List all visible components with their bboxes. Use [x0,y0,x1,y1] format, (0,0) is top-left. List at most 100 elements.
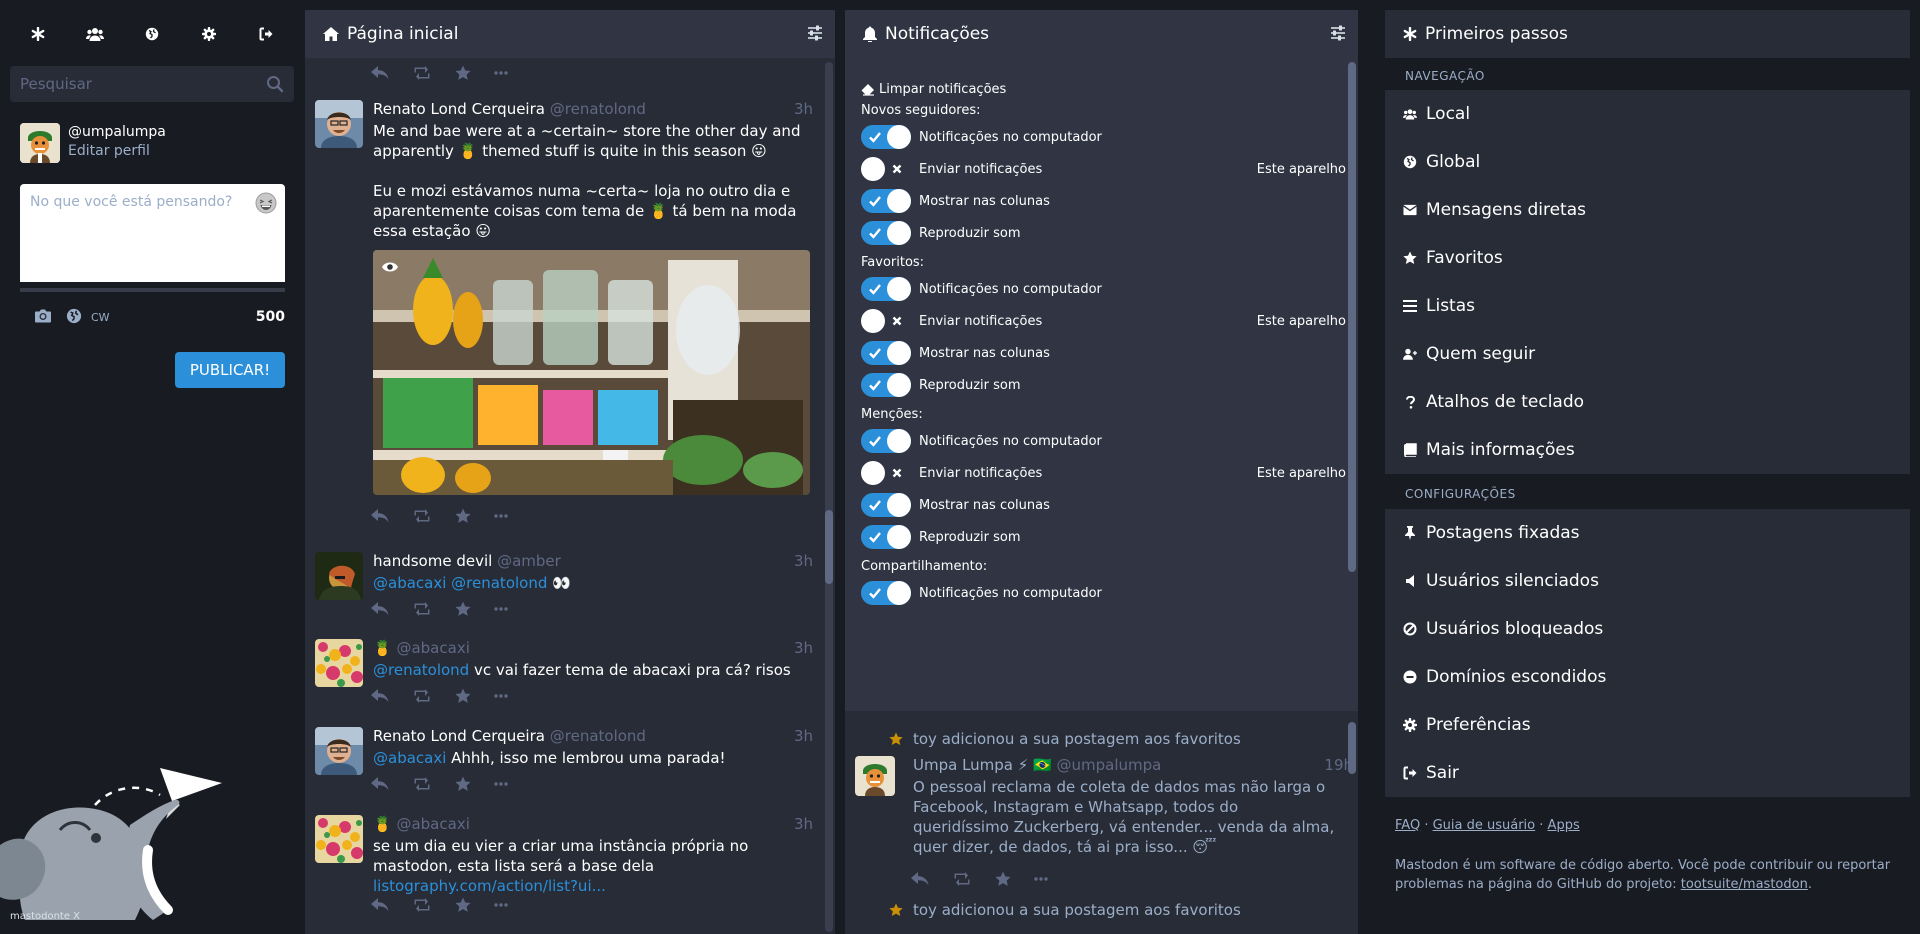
display-name[interactable]: handsome devil @amber [373,552,561,570]
toggle-switch[interactable] [861,525,911,549]
scrollbar-thumb[interactable] [1348,722,1356,774]
search-input[interactable] [10,66,270,102]
edit-profile-link[interactable]: Editar perfil [68,143,150,159]
more-options-icon[interactable] [494,505,508,527]
globe-icon[interactable] [66,308,82,328]
mention-link[interactable]: @abacaxi [373,574,446,592]
status-link[interactable]: listography.com/action/list?ui... [373,877,606,895]
apps-link[interactable]: Apps [1548,818,1580,833]
mention-link[interactable]: @renatolond [451,574,547,592]
reply-icon[interactable] [371,62,389,84]
menu-item-usuarios-silenciados[interactable]: Usuários silenciados [1385,557,1910,605]
favourite-icon[interactable] [995,868,1011,890]
menu-item-postagens-fixadas[interactable]: Postagens fixadas [1385,509,1910,557]
boost-icon[interactable] [412,598,432,620]
account-handle[interactable]: @umpalumpa [68,124,166,140]
favourite-icon[interactable] [455,685,471,707]
reply-icon[interactable] [371,505,389,527]
status[interactable]: 🍍 @abacaxi 3h @renatolond vc vai fazer t… [305,639,825,709]
favourite-icon[interactable] [455,62,471,84]
federated-timeline-tab[interactable] [124,10,181,58]
reply-icon[interactable] [371,894,389,916]
menu-item-mensagens-diretas[interactable]: Mensagens diretas [1385,186,1910,234]
toggle-switch[interactable] [861,277,911,301]
status[interactable]: handsome devil @amber 3h @abacaxi @renat… [305,552,825,622]
github-repo-link[interactable]: tootsuite/mastodon [1681,877,1808,892]
favourite-icon[interactable] [455,773,471,795]
avatar[interactable] [315,552,363,600]
status[interactable]: Renato Lond Cerqueira @renatolond 3h @ab… [305,727,825,797]
status[interactable]: Umpa Lumpa ⚡ 🇧🇷 @umpalumpa 19h O pessoal… [845,756,1358,876]
toggle-switch[interactable] [861,429,911,453]
menu-item-mais-informacoes[interactable]: Mais informações [1385,426,1910,474]
sliders-icon[interactable] [1330,25,1346,45]
local-timeline-tab[interactable] [67,10,124,58]
menu-item-preferencias[interactable]: Preferências [1385,701,1910,749]
status[interactable]: Renato Lond Cerqueira @renatolond 3h Me … [305,100,825,530]
boost-icon[interactable] [412,62,432,84]
display-name[interactable]: 🍍 @abacaxi [373,639,470,657]
display-name[interactable]: Renato Lond Cerqueira @renatolond [373,727,646,745]
menu-item-dominios-escondidos[interactable]: Domínios escondidos [1385,653,1910,701]
mention-link[interactable]: @renatolond [373,661,469,679]
scrollbar[interactable] [825,62,833,932]
more-options-icon[interactable] [494,773,508,795]
menu-item-quem-seguir[interactable]: Quem seguir [1385,330,1910,378]
clear-notifications-button[interactable]: Limpar notificações [861,82,1006,97]
favourite-icon[interactable] [455,598,471,620]
display-name[interactable]: 🍍 @abacaxi [373,815,470,833]
toggle-switch[interactable] [861,221,911,245]
toggle-switch[interactable] [861,373,911,397]
faq-link[interactable]: FAQ [1395,818,1420,833]
status-timestamp[interactable]: 3h [794,100,813,118]
more-options-icon[interactable] [494,894,508,916]
avatar[interactable] [855,756,895,796]
menu-item-global[interactable]: Global [1385,138,1910,186]
more-options-icon[interactable] [494,685,508,707]
display-name[interactable]: Umpa Lumpa ⚡ 🇧🇷 @umpalumpa [913,756,1161,774]
avatar[interactable] [315,639,363,687]
favourite-icon[interactable] [455,505,471,527]
toggle-switch[interactable] [861,157,911,181]
media-gallery-image[interactable] [373,250,810,495]
boost-icon[interactable] [412,773,432,795]
more-options-icon[interactable] [494,598,508,620]
menu-item-local[interactable]: Local [1385,90,1910,138]
menu-item-usuarios-bloqueados[interactable]: Usuários bloqueados [1385,605,1910,653]
status[interactable]: 🍍 @abacaxi 3h se um dia eu vier a criar … [305,815,825,925]
sliders-icon[interactable] [807,25,823,45]
toggle-switch[interactable] [861,493,911,517]
toggle-switch[interactable] [861,309,911,333]
avatar[interactable] [20,123,60,163]
avatar[interactable] [315,100,363,148]
notification-favourite[interactable]: toy adicionou a sua postagem aos favorit… [845,722,1353,902]
avatar[interactable] [315,815,363,863]
notification-favourite[interactable]: toy adicionou a sua postagem aos favorit… [845,895,1345,934]
reply-icon[interactable] [371,598,389,620]
scrollbar[interactable] [1348,62,1356,572]
menu-item-atalhos-de-teclado[interactable]: Atalhos de teclado [1385,378,1910,426]
content-warning-button[interactable]: CW [91,311,110,324]
camera-icon[interactable] [34,308,52,328]
search-icon[interactable] [266,75,284,97]
status-timestamp[interactable]: 3h [794,639,813,657]
eye-icon[interactable] [381,258,399,277]
compose-textarea[interactable] [20,184,270,294]
status-timestamp[interactable]: 3h [794,727,813,745]
preferences-tab[interactable] [180,10,237,58]
more-options-icon[interactable] [1034,868,1048,890]
user-guide-link[interactable]: Guia de usuário [1433,818,1536,833]
status-timestamp[interactable]: 3h [794,815,813,833]
scrollbar-thumb[interactable] [825,510,833,584]
menu-item-sair[interactable]: Sair [1385,749,1910,797]
mention-link[interactable]: @abacaxi [373,749,446,767]
toggle-switch[interactable] [861,189,911,213]
display-name[interactable]: Renato Lond Cerqueira @renatolond [373,100,646,118]
avatar[interactable] [315,727,363,775]
toggle-switch[interactable] [861,125,911,149]
more-options-icon[interactable] [494,62,508,84]
boost-icon[interactable] [412,505,432,527]
reply-icon[interactable] [371,773,389,795]
logout-tab[interactable] [237,10,294,58]
toggle-switch[interactable] [861,461,911,485]
